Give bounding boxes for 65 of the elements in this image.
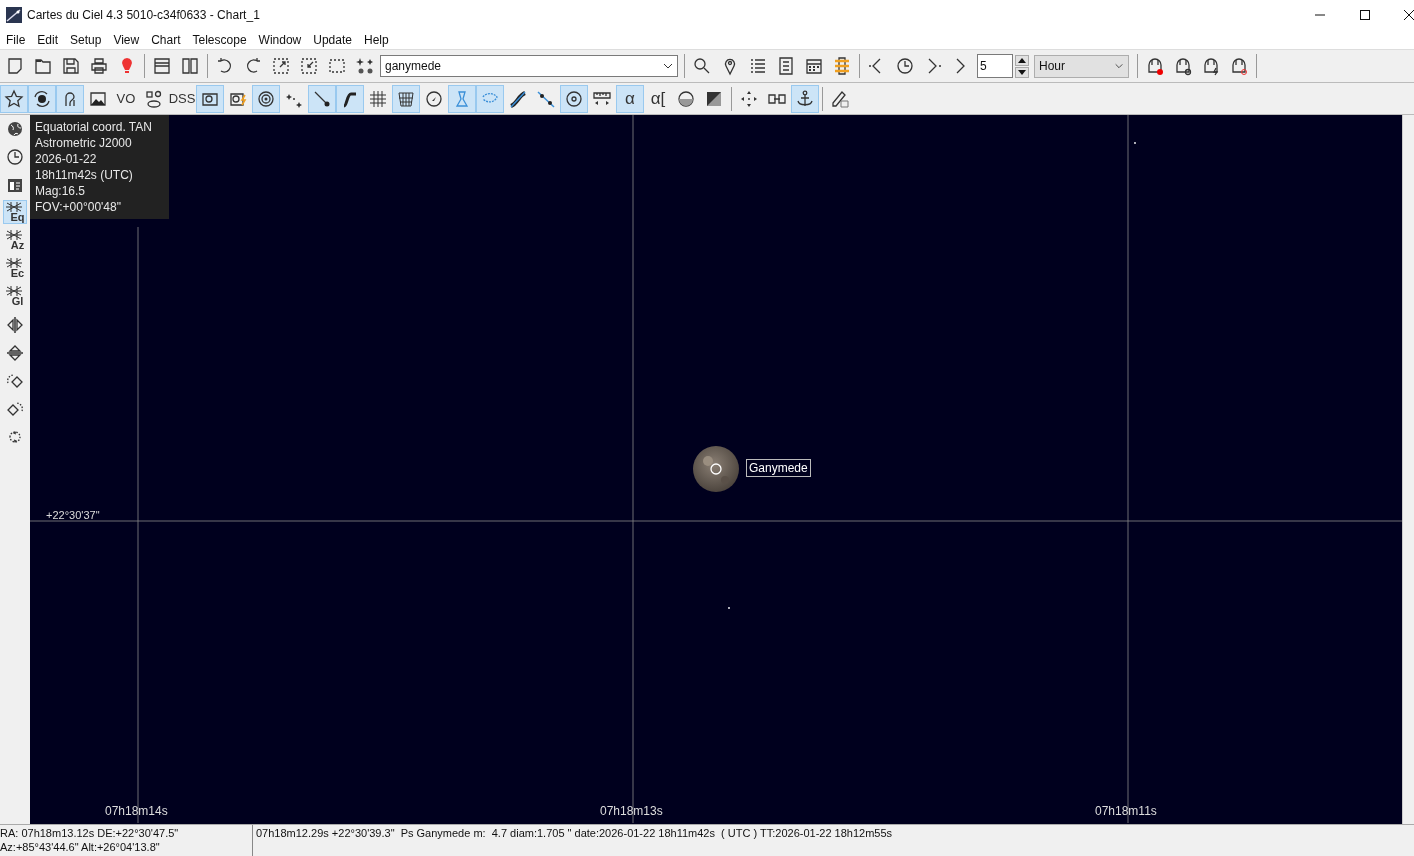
info-line: Astrometric J2000 [35,135,133,151]
menu-item[interactable]: Setup [64,30,108,49]
cursor-coordinates: Az:+85°43'44.6" Alt:+26°04'13.8" [0,840,161,854]
window-title: Cartes du Ciel 4.3 5010-c34f0633 - Chart_1 [27,7,260,24]
cursor-coordinates: RA: 07h18m13.12s DE:+22°30'47.5" [0,826,180,840]
star-grid-icon [6,286,22,296]
info-line: Mag:16.5 [35,183,87,199]
toolbar-toggle[interactable]: α[ [644,84,672,113]
window-layout-icon[interactable] [152,56,172,76]
zoom-in-icon[interactable] [271,56,291,76]
menu-item[interactable]: Help [357,30,395,49]
toolbar-toggle[interactable]: α [616,84,644,113]
toolbar-toggle[interactable]: DSS [168,84,196,113]
menu-item[interactable]: Telescope [186,30,253,49]
coordinate-label: +22°30'37" [46,508,100,523]
maximize-icon[interactable] [1359,9,1371,21]
star-grid-icon [6,230,22,240]
toolbar-toggle[interactable]: VO [112,84,140,113]
menu-item[interactable]: Window [252,30,308,49]
save-icon[interactable] [61,56,81,76]
menu-item[interactable]: Update [307,30,358,49]
telescope-stop-icon[interactable] [1229,56,1249,76]
zoom-out-icon[interactable] [299,56,319,76]
object-info: 07h18m12.29s +22°30'39.3" Ps Ganymede m: 4.7 diam:1.705 " date:2026-01-22 18h11m42s ( UTC ) TT:2026-01-22 18h12m55s [256,827,893,839]
selection-icon[interactable] [327,56,347,76]
telescope-target-icon[interactable] [1173,56,1193,76]
folder-icon[interactable] [33,56,53,76]
search-icon[interactable] [692,56,712,76]
info-line: 2026-01-22 [35,151,98,167]
coordinate-label: 07h18m14s [105,803,168,820]
sidebar-toggle[interactable]: Az [3,228,27,252]
stars-icon[interactable] [355,56,375,76]
app-logo-icon [6,7,22,23]
clock-icon[interactable] [895,56,915,76]
search-combobox[interactable]: ganymede [380,55,678,77]
unit-dropdown[interactable]: Hour [1034,54,1129,78]
list-icon[interactable] [748,56,768,76]
info-line: 18h11m42s (UTC) [35,167,134,183]
menu-item[interactable]: File [0,30,32,49]
printer-icon[interactable] [89,56,109,76]
star-grid-icon [6,258,22,268]
object-label: Ganymede [746,459,811,477]
coordinate-label: 07h18m11s [1095,803,1157,820]
target-marker [710,463,722,475]
moon-disc[interactable] [693,446,739,492]
menu-item[interactable]: Edit [31,30,65,49]
coordinate-label: 07h18m13s [600,803,663,820]
telescope-bolt-icon[interactable] [1201,56,1221,76]
step-field[interactable]: 5 [977,54,1013,78]
info-line: FOV:+00°00'48" [35,199,122,215]
notebook-icon[interactable] [776,56,796,76]
telescope-record-icon[interactable] [1145,56,1165,76]
sky-chart[interactable]: Equatorial coord. TAN Astrometric J2000 2026-01-22 18h11m42s (UTC) Mag:16.5 FOV:+00°00'48" +22°30'37" 07h18m14s 07h18m13s 07h18m11s Ganymede [30,115,1402,824]
menu-item[interactable]: Chart [145,30,187,49]
sidebar-toggle[interactable]: Gl [3,284,27,308]
menu-item[interactable]: View [107,30,146,49]
new-page-icon[interactable] [5,56,25,76]
sidebar-toggle[interactable]: Eq [3,200,27,224]
close-icon[interactable] [1404,10,1414,20]
stacked-bars-icon[interactable] [832,56,852,76]
sidebar-toggle[interactable]: Ec [3,256,27,280]
columns-icon[interactable] [180,56,200,76]
calendar-icon[interactable] [804,56,824,76]
star-grid-icon [6,202,22,212]
info-line: Equatorial coord. TAN [35,119,153,135]
